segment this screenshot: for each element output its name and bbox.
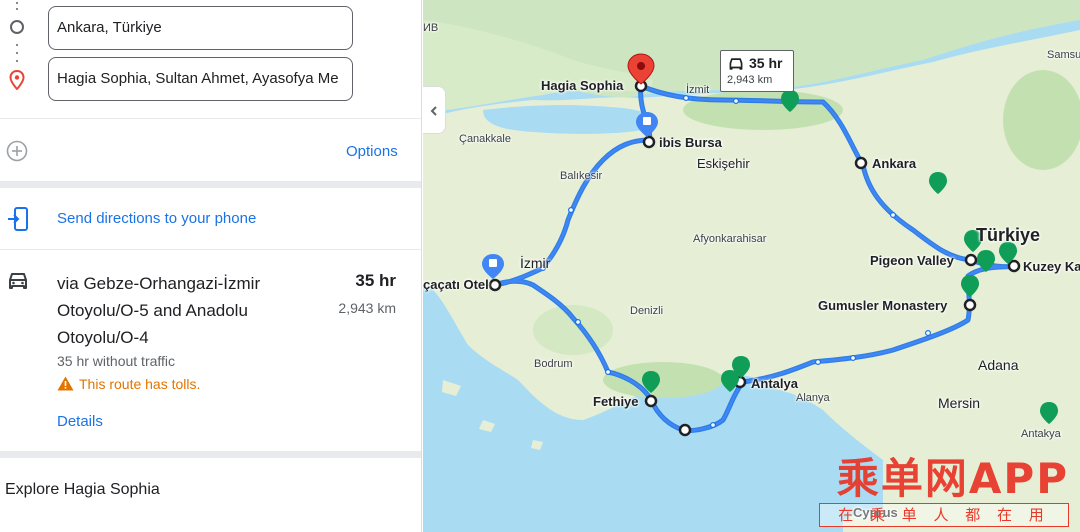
explore-heading: Explore Hagia Sophia: [5, 481, 160, 498]
map-label-antakya: Antakya: [1021, 428, 1061, 440]
map-label-mb: ИВ: [423, 22, 439, 34]
bubble-duration: 35 hr: [749, 55, 783, 71]
route-node: [890, 212, 897, 219]
origin-input[interactable]: Ankara, Türkiye: [48, 6, 353, 50]
route-node: [605, 369, 612, 376]
collapse-panel-button[interactable]: [423, 86, 446, 134]
send-to-phone-icon[interactable]: [7, 206, 29, 232]
map-label-denizli: Denizli: [630, 305, 664, 317]
warning-icon: [57, 376, 74, 391]
map-label-ibis-bursa[interactable]: ibis Bursa: [659, 135, 722, 150]
route-node: [925, 330, 932, 337]
traffic-note: 35 hr without traffic: [57, 353, 176, 369]
bubble-distance: 2,943 km: [727, 74, 773, 86]
route-duration: 35 hr: [355, 271, 396, 290]
car-icon: [9, 273, 27, 289]
map-label-pigeon-valley[interactable]: Pigeon Valley: [870, 253, 954, 268]
map-label-turkiye: Türkiye: [976, 225, 1041, 245]
car-icon: [729, 58, 743, 70]
watermark-sub-text: 在 乘 单 人 都 在 用: [819, 503, 1069, 527]
waypoint-fethiye[interactable]: [644, 394, 658, 408]
options-button[interactable]: Options: [346, 143, 398, 160]
waypoint-south-coast[interactable]: [678, 423, 692, 437]
map-label-kuzey[interactable]: Kuzey Ka: [1023, 259, 1080, 274]
add-stop-icon[interactable]: [6, 140, 28, 162]
route-distance: 2,943 km: [338, 300, 396, 316]
watermark-logo: 乘单网APP 在 乘 单 人 都 在 用: [819, 445, 1077, 530]
waypoint-kuzey[interactable]: [1007, 259, 1021, 273]
route-node: [575, 319, 582, 326]
map-label-ankara[interactable]: Ankara: [872, 156, 916, 171]
waypoint-gumusler[interactable]: [963, 298, 977, 312]
route-node: [850, 355, 857, 362]
map-label-mersin: Mersin: [938, 395, 981, 411]
waypoint-ibis-bursa[interactable]: [642, 135, 656, 149]
map-label-afyon: Afyonkarahisar: [693, 233, 767, 245]
forest-area: [1003, 70, 1080, 170]
forest-area: [683, 90, 843, 130]
map-label-bodrum: Bodrum: [534, 358, 573, 370]
route-dot: [16, 8, 18, 10]
origin-circle-icon: [10, 20, 24, 34]
watermark-main-text: 乘单网APP: [836, 454, 1069, 503]
map-label-cesme-otel[interactable]: çaçatı Otel: [423, 277, 489, 292]
tolls-warning: This route has tolls.: [79, 376, 201, 392]
map-label-eskisehir: Eskişehir: [697, 156, 750, 171]
map-label-antalya[interactable]: Antalya: [751, 376, 798, 391]
map-label-samsun: Samsun: [1047, 49, 1080, 61]
route-dot: [16, 2, 18, 4]
send-to-phone-link[interactable]: Send directions to your phone: [57, 210, 256, 227]
map-label-fethiye[interactable]: Fethiye: [593, 394, 639, 409]
destination-pin-icon: [9, 70, 25, 90]
map-label-hagia-sophia[interactable]: Hagia Sophia: [541, 78, 623, 93]
forest-area: [603, 362, 723, 398]
chevron-left-icon: [430, 106, 437, 116]
map-label-izmir: İzmir: [520, 255, 551, 271]
section-separator: [0, 181, 421, 188]
waypoint-pigeon-valley[interactable]: [964, 253, 978, 267]
route-node: [710, 422, 717, 429]
map-label-alanya: Alanya: [796, 392, 830, 404]
section-separator: [0, 451, 421, 458]
route-node: [815, 359, 822, 366]
map-label-gumusler[interactable]: Gumusler Monastery: [818, 298, 947, 313]
route-dot: [16, 52, 18, 54]
map-label-adana: Adana: [978, 357, 1019, 373]
route-node: [568, 207, 575, 214]
route-via-text[interactable]: via Gebze-Orhangazi-İzmir Otoyolu/O-5 an…: [57, 270, 297, 351]
destination-input[interactable]: Hagia Sophia, Sultan Ahmet, Ayasofya Me: [48, 57, 353, 101]
divider: [0, 249, 421, 250]
forest-area: [533, 305, 613, 355]
route-dot: [16, 44, 18, 46]
waypoint-cesme-otel[interactable]: [488, 278, 502, 292]
route-node: [733, 97, 740, 104]
waypoint-ankara[interactable]: [854, 156, 868, 170]
map-label-canakkale: Çanakkale: [459, 133, 511, 145]
map-label-balikesir: Balıkesir: [560, 170, 603, 182]
directions-panel: Ankara, Türkiye Hagia Sophia, Sultan Ahm…: [0, 0, 422, 532]
route-time-bubble[interactable]: 35 hr 2,943 km: [720, 50, 794, 92]
route-dot: [16, 60, 18, 62]
divider: [0, 118, 421, 119]
map-label-izmit: İzmit: [686, 84, 710, 96]
details-button[interactable]: Details: [57, 413, 103, 430]
route-node: [683, 94, 690, 101]
